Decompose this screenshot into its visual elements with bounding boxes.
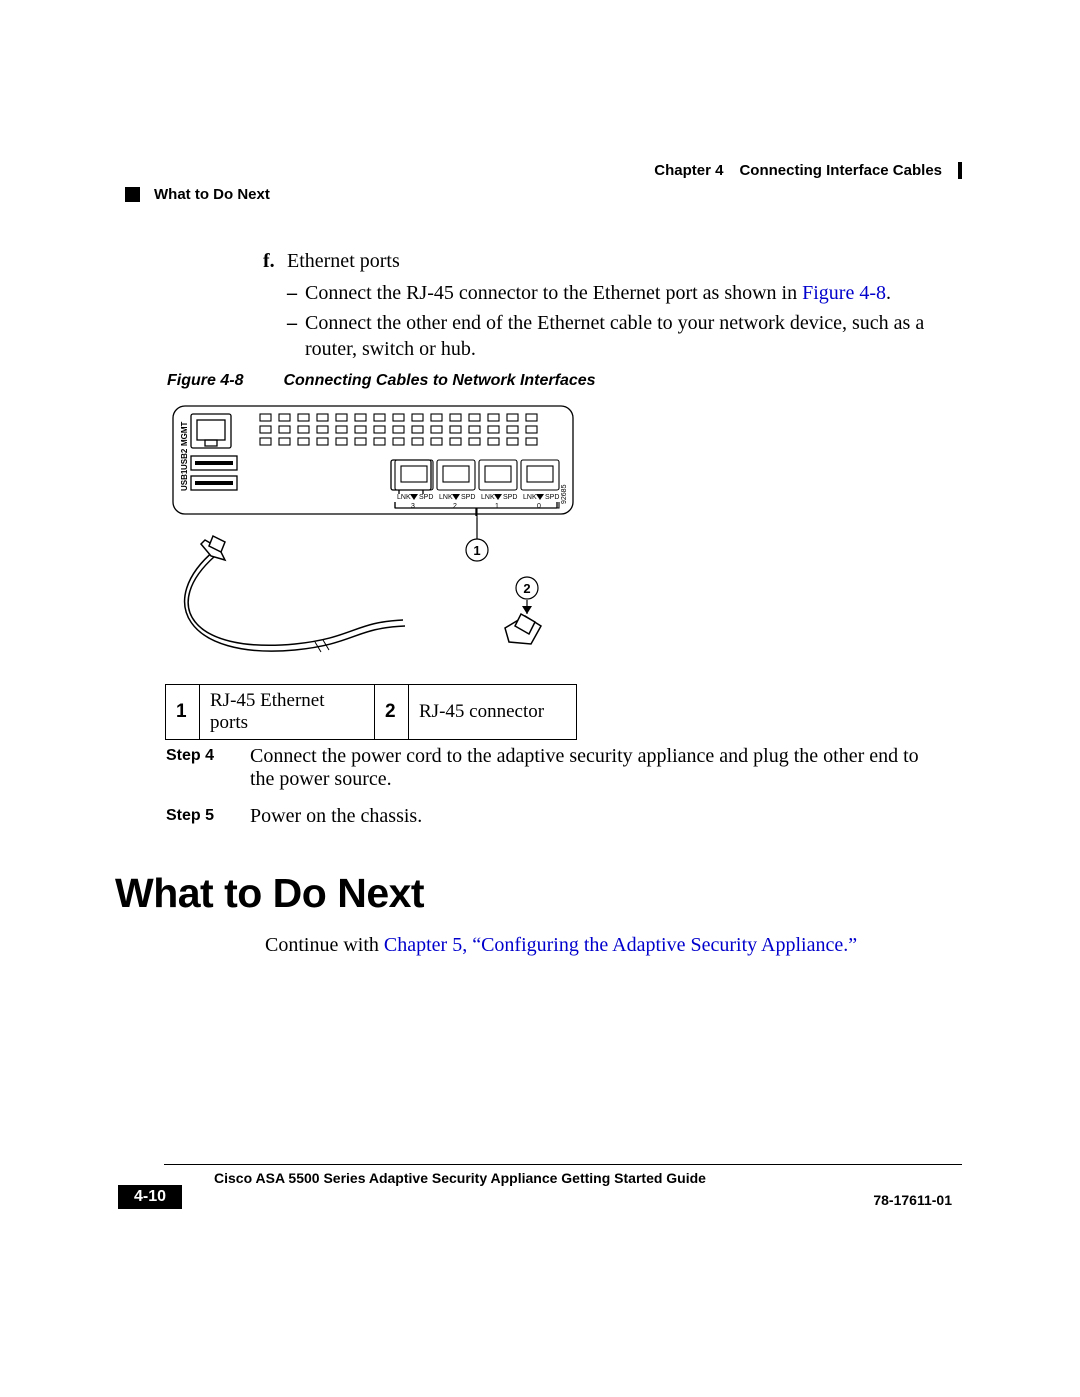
svg-text:LNK: LNK <box>481 494 495 501</box>
legend-number: 1 <box>166 685 200 740</box>
running-header-section: What to Do Next <box>125 186 270 203</box>
continue-paragraph: Continue with Chapter 5, “Configuring th… <box>265 934 857 957</box>
document-page: Chapter 4 Connecting Interface Cables Wh… <box>0 0 1080 1397</box>
svg-text:SPD: SPD <box>503 494 517 501</box>
step-text: Connect the power cord to the adaptive s… <box>250 745 921 791</box>
section-heading: What to Do Next <box>115 870 424 917</box>
doc-number: 78-17611-01 <box>873 1192 952 1208</box>
running-header: Chapter 4 Connecting Interface Cables <box>654 162 962 179</box>
footer-book-title: Cisco ASA 5500 Series Adaptive Security … <box>214 1170 706 1186</box>
sub-bullet-text: Connect the other end of the Ethernet ca… <box>305 312 924 360</box>
footer-right: 78-17611-01 <box>873 1192 962 1208</box>
section-name: What to Do Next <box>154 186 270 203</box>
step-item: Step 5 Power on the chassis. <box>166 805 921 828</box>
svg-text:SPD: SPD <box>419 494 433 501</box>
mgmt-label: MGMT <box>180 421 189 446</box>
step-label: Step 5 <box>166 805 226 828</box>
table-row: 1 RJ-45 Ethernet ports 2 RJ-45 connector <box>166 685 577 740</box>
step-item: Step 4 Connect the power cord to the ada… <box>166 745 921 791</box>
list-marker: f. <box>263 248 275 274</box>
footer-rule <box>164 1164 962 1165</box>
art-id-label: 92685 <box>561 484 568 504</box>
figure-number: Figure 4-8 <box>167 372 243 390</box>
footer-left: 4-10 <box>118 1185 182 1209</box>
svg-text:LNK: LNK <box>439 494 453 501</box>
legend-number: 2 <box>375 685 409 740</box>
svg-text:0: 0 <box>537 503 541 510</box>
figure-ref-link[interactable]: Figure 4-8 <box>802 282 886 304</box>
sub-bullet-text: Connect the RJ-45 connector to the Ether… <box>305 282 802 304</box>
svg-text:SPD: SPD <box>461 494 475 501</box>
legend-text: RJ-45 Ethernet ports <box>200 685 375 740</box>
step-list: Step 4 Connect the power cord to the ada… <box>166 745 921 842</box>
usb2-label: USB2 <box>180 448 189 470</box>
header-box-icon <box>125 187 140 202</box>
step-text: Power on the chassis. <box>250 805 921 828</box>
figure-diagram: MGMT USB2 USB1 92685 LNK SPD LNK SPD LNK SP… <box>165 400 585 680</box>
step-label: Step 4 <box>166 745 226 791</box>
callout-1: 1 <box>473 543 480 558</box>
figure-caption: Figure 4-8 Connecting Cables to Network … <box>167 372 596 390</box>
svg-text:SPD: SPD <box>545 494 559 501</box>
chapter-number: Chapter 4 <box>654 162 723 179</box>
list-item-f: f. Ethernet ports Connect the RJ-45 conn… <box>265 248 925 362</box>
sub-bullet-text-post: . <box>886 282 891 304</box>
legend-text: RJ-45 connector <box>409 685 577 740</box>
chapter-ref-link[interactable]: Chapter 5, “Configuring the Adaptive Sec… <box>384 934 857 956</box>
svg-text:2: 2 <box>453 503 457 510</box>
continue-text: Continue with <box>265 934 384 956</box>
svg-text:1: 1 <box>495 503 499 510</box>
header-bar-icon <box>958 162 962 179</box>
svg-text:LNK: LNK <box>523 494 537 501</box>
chapter-title: Connecting Interface Cables <box>739 162 942 179</box>
list-item-text: Ethernet ports <box>265 248 925 274</box>
figure-title: Connecting Cables to Network Interfaces <box>283 372 595 390</box>
svg-text:3: 3 <box>411 503 415 510</box>
callout-2: 2 <box>523 581 530 596</box>
svg-text:LNK: LNK <box>397 494 411 501</box>
sub-bullet: Connect the other end of the Ethernet ca… <box>265 310 925 362</box>
sub-bullet: Connect the RJ-45 connector to the Ether… <box>265 280 925 306</box>
usb1-label: USB1 <box>180 469 189 491</box>
callout-legend-table: 1 RJ-45 Ethernet ports 2 RJ-45 connector <box>165 684 577 740</box>
page-number: 4-10 <box>118 1185 182 1209</box>
